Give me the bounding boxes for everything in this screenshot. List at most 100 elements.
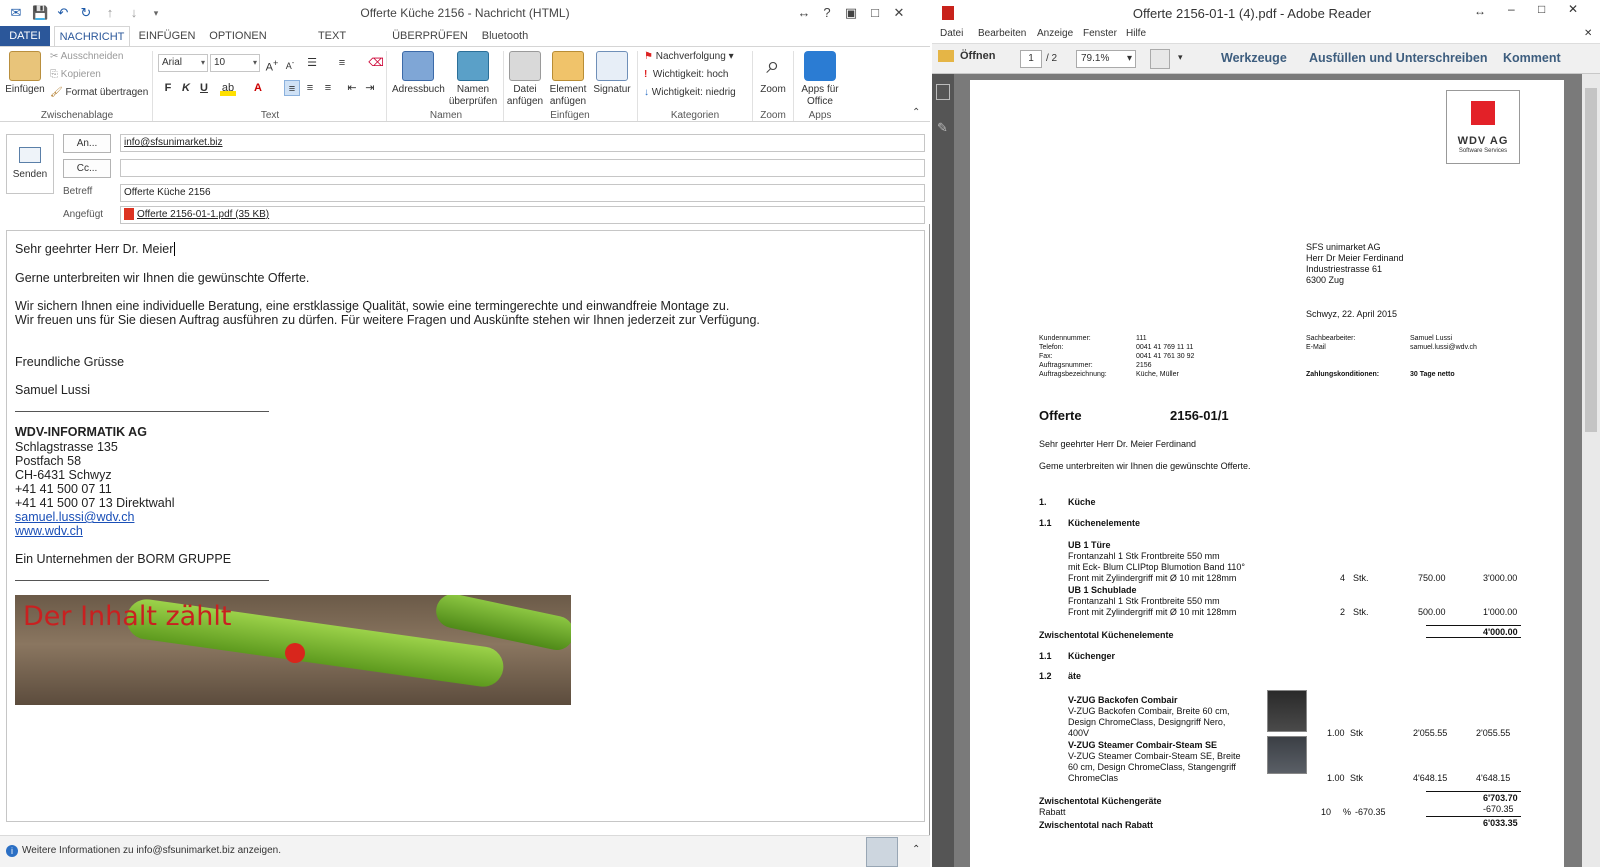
subtotal-label: Zwischentotal Küchenelemente — [1039, 630, 1174, 640]
clear-format-icon[interactable]: ⌫ — [368, 55, 384, 71]
menu-help[interactable]: Hilfe — [1126, 28, 1146, 39]
format-painter-button[interactable]: 🖌 Format übertragen — [50, 85, 148, 101]
zoom-input[interactable]: 79.1% ▾ — [1076, 50, 1136, 68]
resize-icon[interactable]: ↔ — [1474, 4, 1486, 18]
align-left-icon[interactable]: ≡ — [284, 80, 300, 96]
status-text[interactable]: Weitere Informationen zu info@sfsunimark… — [22, 845, 281, 856]
tab-message[interactable]: NACHRICHT — [54, 26, 130, 46]
font-size-combo[interactable]: 10 ▾ — [210, 54, 260, 72]
page-number-input[interactable]: 1 — [1020, 50, 1042, 68]
magnifier-icon: ⌕ — [766, 52, 780, 79]
fit-page-icon[interactable] — [1150, 49, 1170, 69]
bullets-icon[interactable]: ☰ — [304, 55, 320, 71]
attachment-link[interactable]: Offerte 2156-01-1.pdf (35 KB) — [137, 209, 269, 220]
item-qty: 1.00 — [1327, 728, 1345, 738]
apps-for-office-button[interactable]: Apps für Office — [798, 51, 842, 108]
tab-options[interactable]: OPTIONEN — [204, 26, 272, 46]
close-icon[interactable]: ✕ — [1568, 2, 1578, 16]
grow-font-icon[interactable]: A+ — [264, 55, 280, 74]
followup-button[interactable]: ⚑ Nachverfolgung ▾ — [644, 49, 734, 65]
subtotal-label: Zwischentotal nach Rabatt — [1039, 820, 1154, 830]
zoom-button[interactable]: ⌕ Zoom — [756, 51, 790, 96]
cut-button[interactable]: ✂ Ausschneiden — [50, 49, 123, 65]
menu-file[interactable]: Datei — [940, 28, 963, 39]
tab-insert[interactable]: EINFÜGEN — [134, 26, 200, 46]
shrink-font-icon[interactable]: A- — [282, 55, 298, 71]
avatar[interactable] — [866, 837, 898, 867]
copy-button[interactable]: ⎘ Kopieren — [50, 67, 101, 83]
attach-item-button[interactable]: Element anfügen — [546, 51, 590, 108]
check-names-button[interactable]: Namen überprüfen — [446, 51, 500, 108]
collapse-ribbon-icon[interactable]: ⌃ — [912, 107, 920, 118]
close-icon[interactable]: ✕ — [890, 4, 908, 22]
signature-button[interactable]: Signatur — [592, 51, 632, 96]
signature-email-link[interactable]: samuel.lussi@wdv.ch — [15, 510, 134, 524]
page-thumbnails-icon[interactable] — [936, 84, 950, 100]
numbering-icon[interactable]: ≡ — [334, 55, 350, 71]
tab-file[interactable]: DATEI — [0, 26, 50, 46]
align-right-icon[interactable]: ≡ — [320, 80, 336, 96]
attachments-icon[interactable]: ✎ — [937, 120, 948, 136]
document-view[interactable]: WDV AG Software Services SFS unimarket A… — [954, 74, 1594, 867]
attach-file-label-2: anfügen — [506, 96, 544, 107]
ribbon: Einfügen ✂ Ausschneiden ⎘ Kopieren 🖌 For… — [0, 46, 930, 122]
decrease-indent-icon[interactable]: ⇤ — [344, 80, 360, 96]
banner-divider — [15, 580, 269, 581]
subtotal-rule — [1426, 625, 1521, 626]
to-field[interactable]: info@sfsunimarket.biz — [120, 134, 925, 152]
more-tools-icon[interactable]: ▾ — [1178, 52, 1183, 63]
item-desc: Frontanzahl 1 Stk Frontbreite 550 mm — [1068, 596, 1220, 606]
high-importance-button[interactable]: ! Wichtigkeit: hoch — [644, 67, 729, 83]
menu-view[interactable]: Anzeige — [1037, 28, 1073, 39]
help-icon[interactable]: ? — [818, 4, 836, 22]
address-book-button[interactable]: Adressbuch — [392, 51, 445, 96]
cc-button[interactable]: Cc... — [63, 159, 111, 178]
menu-edit[interactable]: Bearbeiten — [978, 28, 1026, 39]
open-button[interactable]: Öffnen — [938, 50, 995, 68]
signature-web-link[interactable]: www.wdv.ch — [15, 524, 83, 538]
resize-icon[interactable]: ↔ — [795, 4, 813, 22]
comment-pane-button[interactable]: Komment — [1503, 51, 1561, 65]
chevron-down-icon: ▾ — [252, 58, 257, 67]
highlight-icon[interactable]: ab — [220, 80, 236, 96]
item-title: UB 1 Türe — [1068, 540, 1111, 550]
meta-label: Fax: — [1039, 353, 1053, 360]
recipient-line-4: 6300 Zug — [1306, 275, 1345, 285]
minimize-icon[interactable]: – — [1508, 2, 1515, 16]
maximize-icon[interactable]: □ — [866, 4, 884, 22]
tab-bluetooth[interactable]: Bluetooth — [474, 26, 536, 46]
tab-review[interactable]: ÜBERPRÜFEN — [392, 26, 468, 46]
send-button[interactable]: Senden — [6, 134, 54, 194]
tab-format-text[interactable]: TEXT FORMATIEREN — [278, 26, 386, 62]
group-label-clipboard: Zwischenablage — [40, 110, 114, 121]
menu-window[interactable]: Fenster — [1083, 28, 1117, 39]
fill-sign-pane-button[interactable]: Ausfüllen und Unterschreiben — [1309, 51, 1488, 65]
section-number: 1.1 — [1039, 651, 1052, 661]
to-button[interactable]: An... — [63, 134, 111, 153]
ribbon-display-icon[interactable]: ▣ — [842, 4, 860, 22]
group-separator — [152, 51, 153, 121]
subject-field[interactable]: Offerte Küche 2156 — [120, 184, 925, 202]
font-color-icon[interactable]: A — [250, 80, 266, 96]
scrollbar-thumb[interactable] — [1585, 88, 1597, 432]
meta-label: Telefon: — [1039, 344, 1064, 351]
italic-button[interactable]: K — [178, 80, 194, 96]
paste-button[interactable]: Einfügen — [4, 51, 46, 96]
align-center-icon[interactable]: ≡ — [302, 80, 318, 96]
font-name-combo[interactable]: Arial ▾ — [158, 54, 208, 72]
cc-field[interactable] — [120, 159, 925, 177]
tools-pane-button[interactable]: Werkzeuge — [1221, 51, 1287, 65]
signature-group: Ein Unternehmen der BORM GRUPPE — [15, 552, 232, 566]
bold-button[interactable]: F — [160, 80, 176, 96]
vertical-scrollbar[interactable] — [1582, 74, 1600, 867]
close-doc-icon[interactable]: ✕ — [1584, 28, 1592, 39]
attach-file-button[interactable]: Datei anfügen — [506, 51, 544, 108]
maximize-icon[interactable]: □ — [1538, 2, 1545, 16]
low-importance-button[interactable]: ↓ Wichtigkeit: niedrig — [644, 85, 736, 101]
group-label-apps: Apps — [808, 110, 832, 121]
to-recipient[interactable]: info@sfsunimarket.biz — [124, 137, 223, 148]
increase-indent-icon[interactable]: ⇥ — [362, 80, 378, 96]
collapse-people-pane-icon[interactable]: ⌃ — [912, 844, 920, 855]
attachment-field[interactable]: Offerte 2156-01-1.pdf (35 KB) — [120, 206, 925, 224]
underline-button[interactable]: U — [196, 80, 212, 96]
